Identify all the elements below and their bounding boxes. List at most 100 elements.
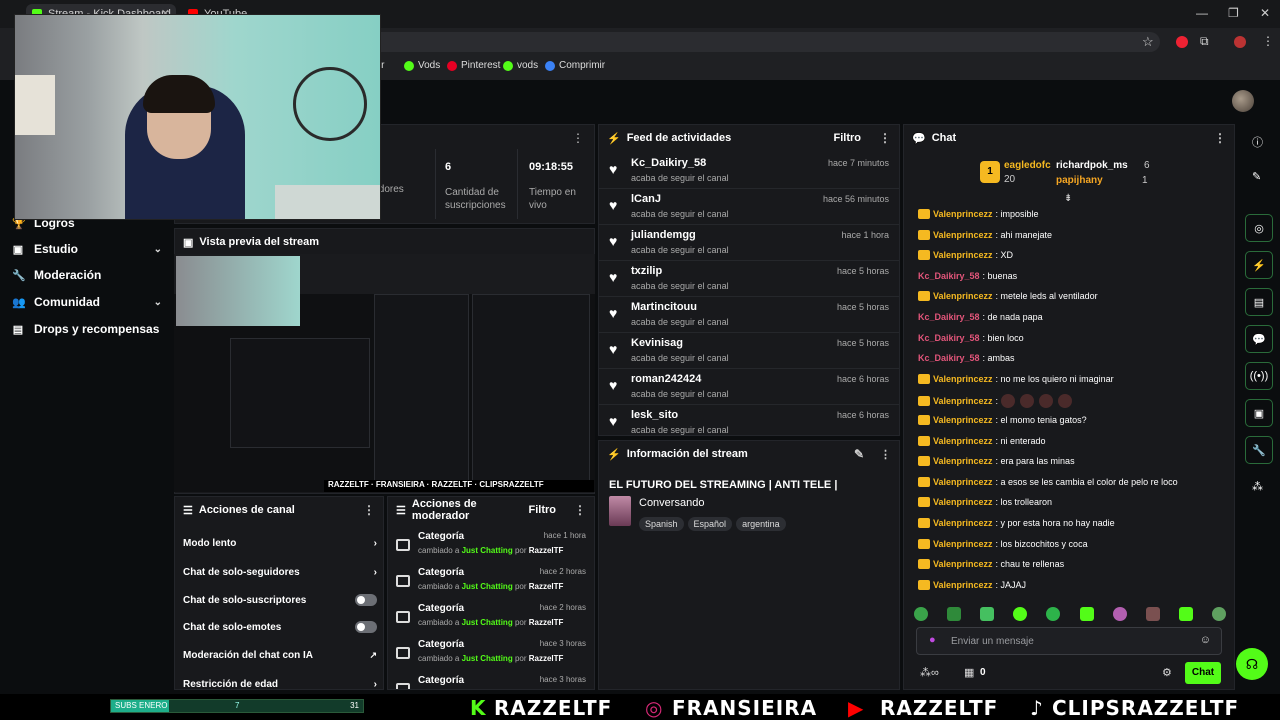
extension-icon[interactable] [1176, 36, 1188, 48]
emote-icon[interactable] [1211, 607, 1226, 621]
tag[interactable]: argentina [736, 517, 786, 531]
window-close-icon[interactable]: ✕ [1260, 6, 1270, 20]
notes-button[interactable]: ▤ [1245, 288, 1273, 316]
sidebar-item-comunidad[interactable]: 👥 Comunidad ⌄ [12, 295, 162, 309]
subscribers-only-toggle[interactable] [355, 594, 377, 606]
emote-icon[interactable] [914, 607, 928, 621]
chat-username[interactable]: Valenprincezz [933, 518, 993, 528]
slow-mode-row[interactable]: Modo lento › [175, 530, 383, 556]
chat-username[interactable]: Kc_Daikiry_58 [918, 271, 980, 281]
feed-item[interactable]: ♥ lCanJ acaba de seguir el canal hace 56 mi… [599, 189, 899, 225]
chat-username[interactable]: Kc_Daikiry_58 [918, 312, 980, 322]
support-button[interactable]: ☊ [1236, 648, 1268, 680]
bookmark-vods-2[interactable]: vods [503, 60, 538, 71]
community-points-icon[interactable]: ⁂∞ [920, 666, 939, 679]
emote-icon[interactable] [1112, 607, 1127, 621]
chat-username[interactable]: Kc_Daikiry_58 [918, 333, 980, 343]
feed-username[interactable]: Kevinisag [631, 337, 683, 349]
followers-only-row[interactable]: Chat de solo-seguidores › [175, 559, 383, 585]
chat-username[interactable]: Valenprincezz [933, 291, 993, 301]
feed-item[interactable]: ♥ txzilip acaba de seguir el canal hace 5 h… [599, 261, 899, 297]
broadcast-button[interactable]: ((•)) [1245, 362, 1273, 390]
chat-button[interactable]: 💬 [1245, 325, 1273, 353]
more-icon[interactable]: ⋮ [574, 503, 586, 517]
chat-username[interactable]: Valenprincezz [933, 415, 993, 425]
age-restriction-row[interactable]: Restricción de edad › [175, 671, 383, 690]
mod-filter-button[interactable]: Filtro [529, 504, 557, 516]
chat-username[interactable]: Valenprincezz [933, 374, 993, 384]
chat-username[interactable]: Valenprincezz [933, 436, 993, 446]
chat-username[interactable]: Valenprincezz [933, 250, 993, 260]
emote-icon[interactable] [1079, 607, 1094, 621]
more-icon[interactable]: ⋮ [1214, 131, 1226, 145]
emote-icon[interactable] [980, 607, 995, 621]
sidebar-item-drops[interactable]: ▤ Drops y recompensas [12, 322, 162, 336]
feed-username[interactable]: roman242424 [631, 373, 701, 385]
sidebar-item-moderacion[interactable]: 🔧 Moderación [12, 268, 162, 282]
puzzle-icon[interactable]: ⧉ [1200, 34, 1209, 49]
more-icon[interactable]: ⋮ [880, 448, 891, 461]
restore-icon[interactable]: ❐ [1228, 6, 1239, 20]
feed-username[interactable]: juliandemgg [631, 229, 696, 241]
tag[interactable]: Español [687, 517, 733, 531]
edit-icon[interactable]: ✎ [854, 447, 864, 461]
community-icon[interactable]: ⁂ [1252, 480, 1263, 493]
chat-username[interactable]: Valenprincezz [933, 396, 993, 406]
bookmark-pinterest[interactable]: Pinterest [447, 60, 500, 71]
chat-username[interactable]: Valenprincezz [933, 477, 993, 487]
profile-icon[interactable] [1234, 36, 1246, 48]
feed-item[interactable]: ♥ Kevinisag acaba de seguir el canal hace 5… [599, 333, 899, 369]
ai-moderation-row[interactable]: Moderación del chat con IA ↗ [175, 642, 383, 668]
star-icon[interactable]: ☆ [1142, 34, 1154, 50]
feed-username[interactable]: Martincitouu [631, 301, 697, 313]
mic-icon[interactable]: ● [929, 634, 936, 646]
stream-preview[interactable]: RAZZELTF · FRANSIEIRA · RAZZELTF · CLIPS… [174, 254, 595, 492]
more-icon[interactable]: ⋮ [572, 131, 584, 145]
feed-item[interactable]: ♥ roman242424 acaba de seguir el canal hace… [599, 369, 899, 405]
feed-username[interactable]: lCanJ [631, 193, 661, 205]
feed-username[interactable]: txzilip [631, 265, 662, 277]
chat-username[interactable]: Valenprincezz [933, 559, 993, 569]
emote-icon[interactable] [1046, 607, 1061, 621]
tools-button[interactable]: 🔧 [1245, 436, 1273, 464]
avatar[interactable] [1232, 90, 1254, 112]
info-icon[interactable]: ⓘ [1252, 134, 1263, 150]
feed-username[interactable]: Kc_Daikiry_58 [631, 157, 706, 169]
more-icon[interactable]: ⋮ [363, 503, 375, 517]
chat-username[interactable]: Kc_Daikiry_58 [918, 353, 980, 363]
chat-username[interactable]: Valenprincezz [933, 580, 993, 590]
boost-button[interactable]: ⚡ [1245, 251, 1273, 279]
tag[interactable]: Spanish [639, 517, 684, 531]
more-icon[interactable]: ⋮ [879, 131, 891, 145]
bookmark-comprimir[interactable]: Comprimir [545, 60, 605, 71]
chat-username[interactable]: Valenprincezz [933, 497, 993, 507]
feed-filter-button[interactable]: Filtro [834, 132, 862, 144]
feed-username[interactable]: lesk_sito [631, 409, 678, 421]
store-icon[interactable]: ▦ [964, 666, 974, 679]
chat-username[interactable]: Valenprincezz [933, 539, 993, 549]
emote-icon[interactable] [1013, 607, 1028, 621]
settings-icon[interactable]: ⚙ [1162, 666, 1172, 679]
emotes-only-toggle[interactable] [355, 621, 377, 633]
minimize-icon[interactable]: — [1196, 6, 1208, 20]
chat-username[interactable]: Valenprincezz [933, 209, 993, 219]
clip-button[interactable]: ◎ [1245, 214, 1273, 242]
chat-input[interactable]: ● Enviar un mensaje ☺ [916, 627, 1222, 655]
emoji-icon[interactable]: ☺ [1200, 634, 1211, 646]
pin-icon[interactable]: ⇟ [1064, 193, 1072, 204]
send-chat-button[interactable]: Chat [1185, 662, 1221, 684]
emote-icon[interactable] [947, 607, 962, 621]
feed-item[interactable]: ♥ Martincitouu acaba de seguir el canal hac… [599, 297, 899, 333]
feed-item[interactable]: ♥ juliandemgg acaba de seguir el canal hace… [599, 225, 899, 261]
feed-item[interactable]: ♥ Kc_Daikiry_58 acaba de seguir el canal ha… [599, 153, 899, 189]
emote-icon[interactable] [1145, 607, 1160, 621]
layout-button[interactable]: ▣ [1245, 399, 1273, 427]
emote-icon[interactable] [1178, 607, 1193, 621]
kebab-icon[interactable]: ⋮ [1262, 34, 1274, 48]
edit-icon[interactable]: ✎ [1252, 170, 1261, 183]
bookmark-vods[interactable]: Vods [404, 60, 440, 71]
sidebar-item-estudio[interactable]: ▣ Estudio ⌄ [12, 242, 162, 256]
chat-username[interactable]: Valenprincezz [933, 230, 993, 240]
feed-item[interactable]: ♥ lesk_sito acaba de seguir el canal hace 6… [599, 405, 899, 435]
chat-username[interactable]: Valenprincezz [933, 456, 993, 466]
